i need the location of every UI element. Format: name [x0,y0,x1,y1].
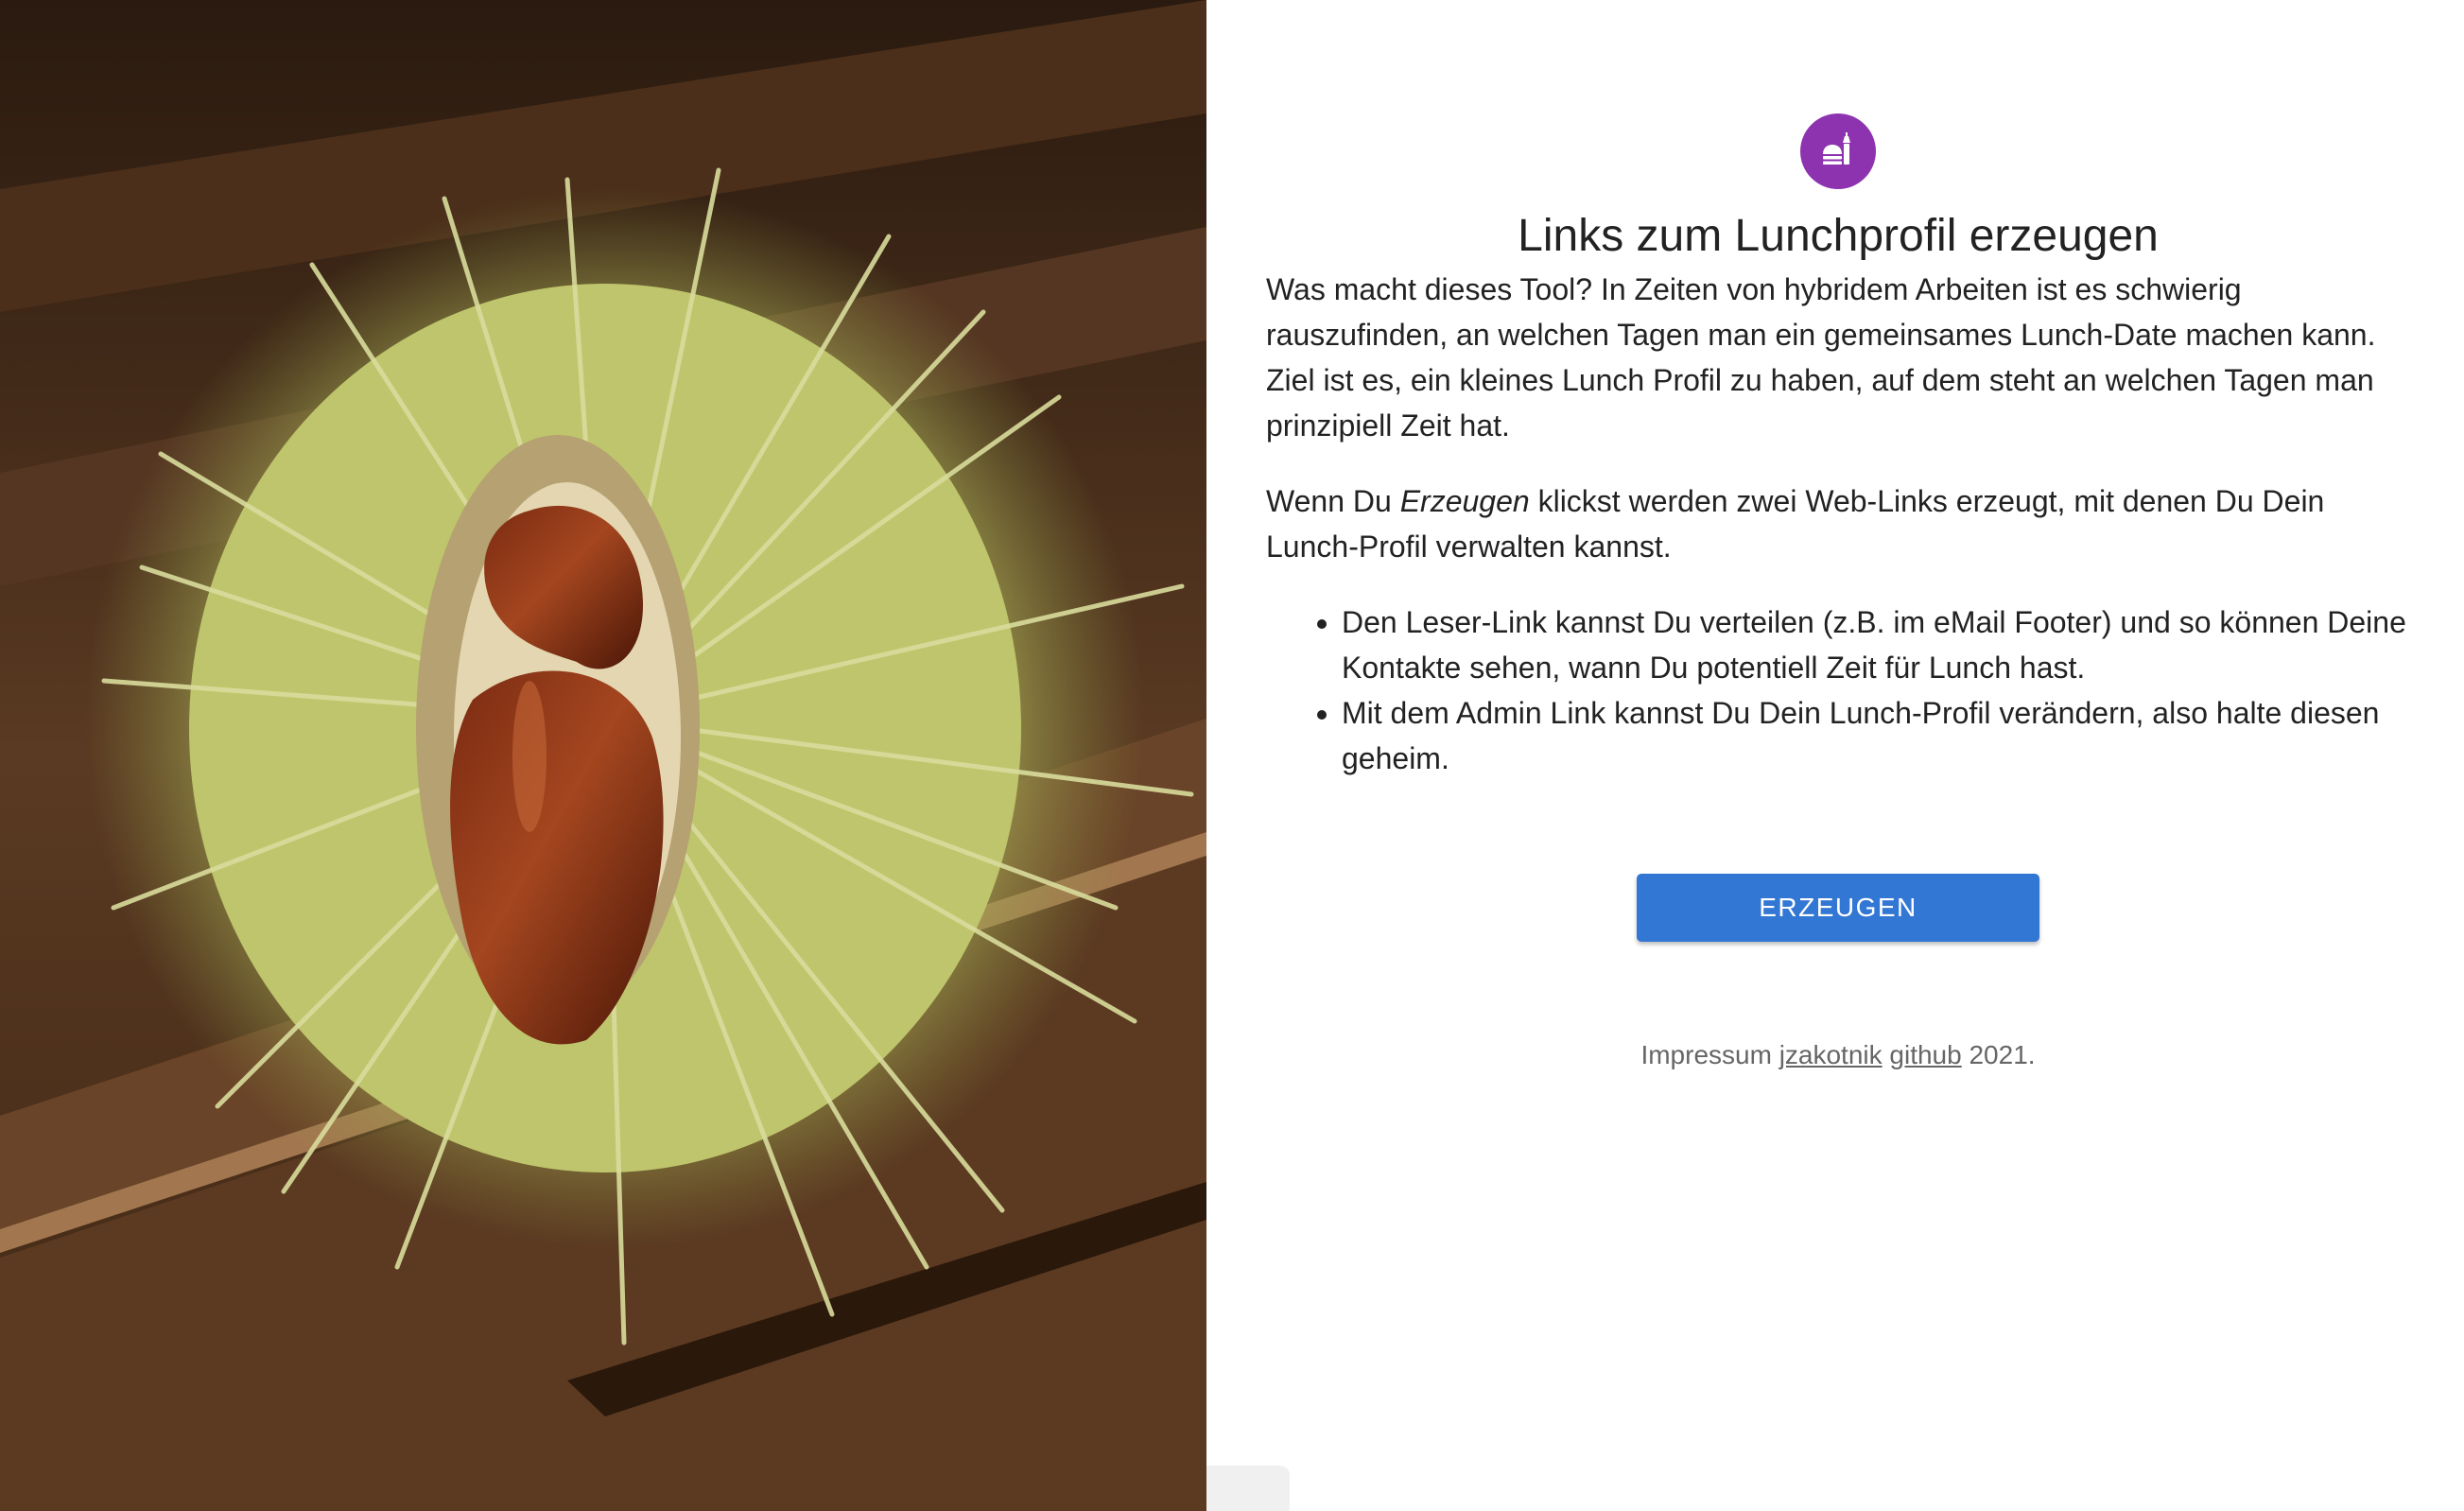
footer: Impressum jzakotnik github 2021. [1266,1040,2410,1070]
app-root: Links zum Lunchprofil erzeugen Was macht… [0,0,2464,1511]
chestnut-photo [0,0,1206,1511]
content-panel: Links zum Lunchprofil erzeugen Was macht… [1206,0,2464,1511]
cta-wrap: ERZEUGEN [1266,874,2410,942]
corner-tab [1206,1466,1290,1511]
content-inner: Links zum Lunchprofil erzeugen Was macht… [1266,113,2410,1070]
footer-suffix: 2021. [1961,1040,2036,1069]
footer-link-github[interactable]: github [1889,1040,1961,1069]
create-button[interactable]: ERZEUGEN [1637,874,2039,942]
howto-prefix: Wenn Du [1266,484,1400,518]
page-title: Links zum Lunchprofil erzeugen [1518,211,2159,261]
footer-link-jzakotnik[interactable]: jzakotnik [1779,1040,1883,1069]
footer-prefix: Impressum [1640,1040,1779,1069]
chestnut-illustration [0,0,1206,1511]
avatar [1800,113,1876,189]
list-item-reader-link: Den Leser-Link kannst Du verteilen (z.B.… [1342,599,2410,690]
intro-paragraph: Was macht dieses Tool? In Zeiten von hyb… [1266,272,2376,443]
list-item-admin-link: Mit dem Admin Link kannst Du Dein Lunch-… [1342,690,2410,781]
info-list: Den Leser-Link kannst Du verteilen (z.B.… [1266,599,2410,781]
howto-paragraph: Wenn Du Erzeugen klickst werden zwei Web… [1266,478,2410,569]
howto-emphasis: Erzeugen [1399,484,1530,518]
lunch-dining-icon [1823,132,1850,165]
